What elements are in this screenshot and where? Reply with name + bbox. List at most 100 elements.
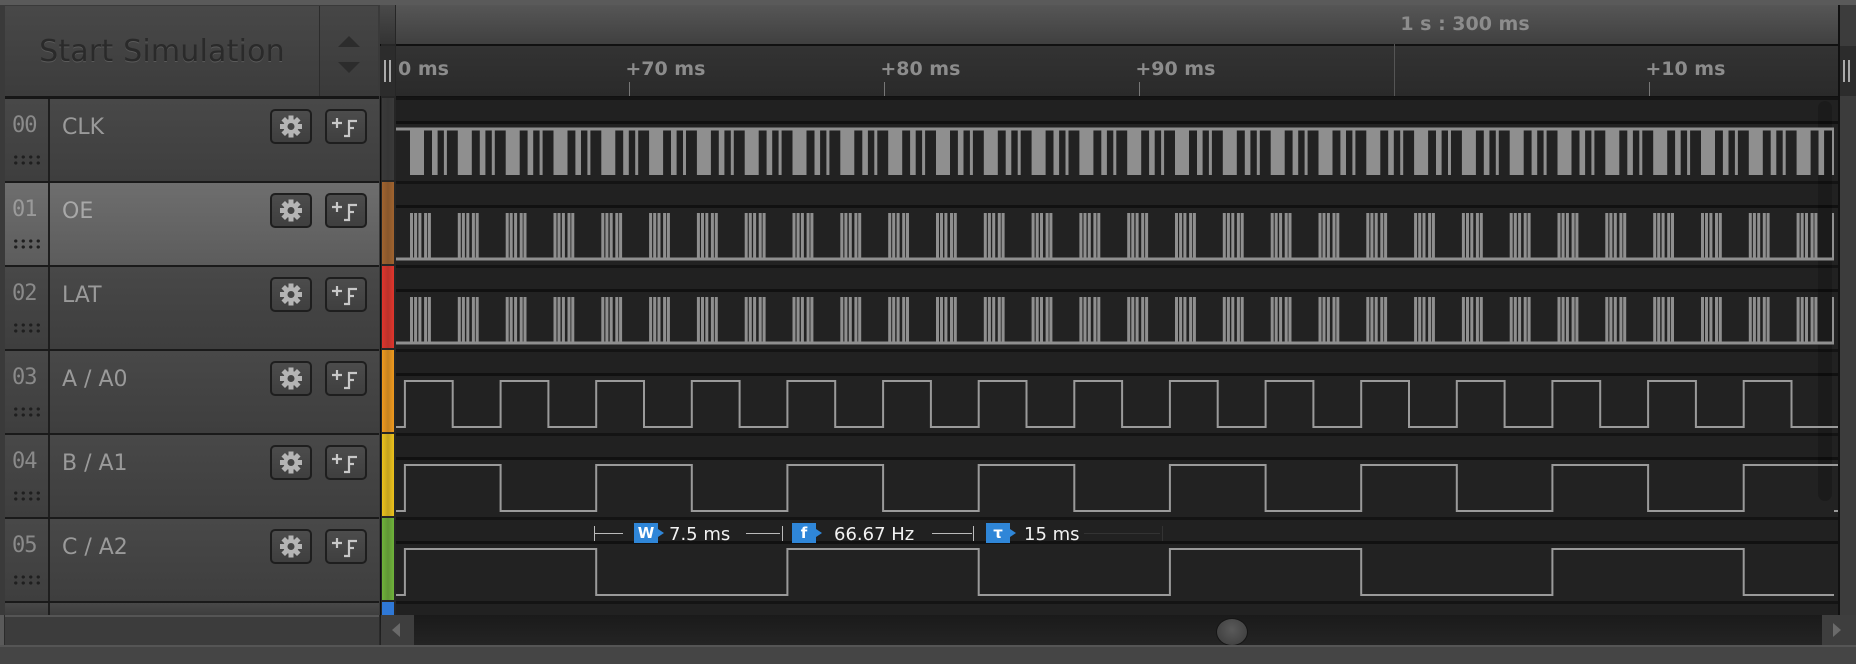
pulse-02 bbox=[1667, 297, 1671, 343]
channel-settings-button[interactable] bbox=[270, 277, 312, 312]
drag-grip-icon[interactable] bbox=[12, 154, 42, 166]
pulse-01 bbox=[609, 213, 613, 259]
scroll-left-button[interactable] bbox=[381, 615, 414, 645]
right-range-handle[interactable] bbox=[1838, 46, 1856, 96]
pulse-01 bbox=[1175, 213, 1178, 259]
pulse-01 bbox=[601, 213, 605, 259]
pulse-00 bbox=[575, 129, 581, 175]
pulse-02 bbox=[561, 297, 565, 343]
channel-row[interactable]: 02 LAT bbox=[5, 267, 379, 351]
pulse-01 bbox=[457, 213, 461, 259]
pulse-02 bbox=[1031, 297, 1035, 343]
pulse-01 bbox=[1509, 213, 1513, 259]
pulse-01 bbox=[1609, 213, 1613, 259]
channel-row[interactable]: 00 CLK bbox=[5, 99, 379, 183]
pulse-00 bbox=[505, 129, 520, 175]
pulse-02 bbox=[666, 297, 670, 343]
channel-color-swatch bbox=[382, 266, 394, 348]
pulse-02 bbox=[983, 297, 987, 343]
pulse-01 bbox=[1800, 213, 1804, 259]
pulse-02 bbox=[1709, 297, 1713, 343]
pulse-00 bbox=[696, 129, 711, 175]
pulse-00 bbox=[1031, 129, 1046, 175]
drag-grip-icon[interactable] bbox=[12, 406, 42, 418]
pulse-01 bbox=[619, 213, 623, 259]
pulse-01 bbox=[1001, 213, 1005, 259]
trigger-edge-button[interactable] bbox=[325, 277, 367, 312]
pulse-01 bbox=[1031, 213, 1035, 259]
pulse-02 bbox=[1384, 297, 1388, 343]
pulse-02 bbox=[888, 297, 892, 343]
pulse-01 bbox=[514, 213, 518, 259]
channel-name[interactable]: B / A1 bbox=[62, 451, 128, 476]
pulse-01 bbox=[1571, 213, 1575, 259]
scroll-thumb[interactable] bbox=[1216, 618, 1248, 646]
pulse-01 bbox=[944, 213, 948, 259]
simulation-spinner[interactable] bbox=[320, 6, 378, 96]
channel-number-cell[interactable]: 04 bbox=[5, 435, 50, 517]
waveform-03 bbox=[396, 380, 1838, 428]
pulse-02 bbox=[457, 297, 461, 343]
channel-settings-button[interactable] bbox=[270, 529, 312, 564]
trigger-edge-button[interactable] bbox=[325, 193, 367, 228]
pulse-01 bbox=[906, 213, 909, 259]
trigger-edge-button[interactable] bbox=[325, 445, 367, 480]
pulse-02 bbox=[1035, 297, 1039, 343]
pulse-02 bbox=[1374, 297, 1378, 343]
channel-name[interactable]: A / A0 bbox=[62, 367, 128, 392]
channel-name[interactable]: CLK bbox=[62, 115, 104, 140]
pulse-02 bbox=[1380, 297, 1384, 343]
channel-settings-button[interactable] bbox=[270, 445, 312, 480]
pulse-01 bbox=[1049, 213, 1053, 259]
channel-name[interactable]: C / A2 bbox=[62, 535, 128, 560]
channel-row[interactable]: 03 A / A0 bbox=[5, 351, 379, 435]
frequency-badge: f bbox=[792, 523, 822, 543]
channel-row[interactable]: 05 C / A2 bbox=[5, 519, 379, 603]
channel-row[interactable]: 04 B / A1 bbox=[5, 435, 379, 519]
spinner-up-icon[interactable] bbox=[338, 36, 360, 47]
pulse-01 bbox=[701, 213, 704, 259]
status-bar bbox=[0, 645, 1856, 664]
pulse-01 bbox=[1705, 213, 1708, 259]
pulse-01 bbox=[840, 213, 844, 259]
period-badge: τ bbox=[986, 523, 1016, 543]
pulse-01 bbox=[1179, 213, 1183, 259]
pulse-02 bbox=[424, 297, 428, 343]
channel-settings-button[interactable] bbox=[270, 109, 312, 144]
trigger-edge-button[interactable] bbox=[325, 529, 367, 564]
drag-grip-icon[interactable] bbox=[12, 574, 42, 586]
channel-number-cell[interactable]: 01 bbox=[5, 183, 50, 265]
pulse-00 bbox=[1436, 129, 1442, 175]
left-range-handle[interactable] bbox=[380, 46, 395, 96]
pulse-02 bbox=[1145, 297, 1149, 343]
channel-name[interactable]: LAT bbox=[62, 283, 102, 308]
channel-name[interactable]: OE bbox=[62, 199, 93, 224]
channel-number-cell[interactable]: 02 bbox=[5, 267, 50, 349]
pulse-00 bbox=[1687, 129, 1691, 175]
pulse-02 bbox=[1001, 297, 1005, 343]
trigger-edge-button[interactable] bbox=[325, 361, 367, 396]
channel-number-cell[interactable]: 05 bbox=[5, 519, 50, 601]
pulse-02 bbox=[1179, 297, 1183, 343]
channel-number-cell[interactable]: 03 bbox=[5, 351, 50, 433]
scroll-right-button[interactable] bbox=[1822, 615, 1856, 645]
channel-number-cell[interactable]: 00 bbox=[5, 99, 50, 181]
pulse-02 bbox=[936, 297, 939, 343]
drag-grip-icon[interactable] bbox=[12, 322, 42, 334]
channel-row[interactable]: 01 OE bbox=[5, 183, 379, 267]
pulse-00 bbox=[792, 129, 807, 175]
pulse-01 bbox=[983, 213, 987, 259]
drag-grip-icon[interactable] bbox=[12, 490, 42, 502]
start-simulation-button[interactable]: Start Simulation bbox=[5, 6, 319, 96]
pulse-01 bbox=[1079, 213, 1083, 259]
drag-grip-icon[interactable] bbox=[12, 238, 42, 250]
pulse-01 bbox=[1279, 213, 1283, 259]
spinner-down-icon[interactable] bbox=[338, 62, 360, 73]
pulse-01 bbox=[1274, 213, 1278, 259]
pulse-00 bbox=[1796, 129, 1811, 175]
pulse-01 bbox=[748, 213, 752, 259]
trigger-edge-button[interactable] bbox=[325, 109, 367, 144]
horizontal-scrollbar[interactable] bbox=[380, 615, 1856, 645]
channel-settings-button[interactable] bbox=[270, 193, 312, 228]
channel-settings-button[interactable] bbox=[270, 361, 312, 396]
